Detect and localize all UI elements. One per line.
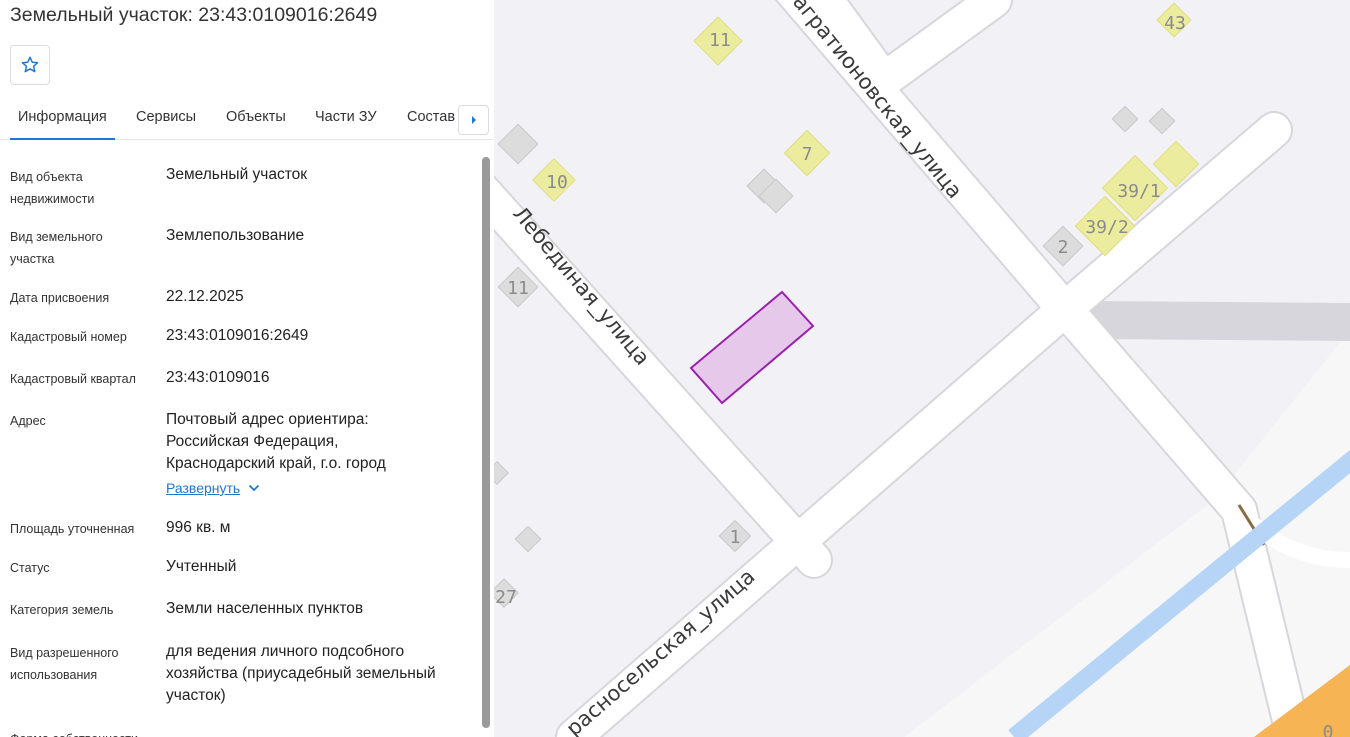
house-number-label: 39/2 — [1085, 217, 1128, 238]
house-number-label: 0 — [1323, 722, 1334, 737]
field-value-assignment-date: 22.12.2025 — [166, 288, 244, 305]
tab-objects[interactable]: Объекты — [226, 97, 286, 140]
house-number-label: 2 — [1058, 237, 1069, 258]
map-canvas[interactable]: 11 43 7 10 39/1 39/2 2 11 1 27 0 Лебедин… — [494, 0, 1350, 737]
map-view[interactable]: 11 43 7 10 39/1 39/2 2 11 1 27 0 Лебедин… — [494, 0, 1350, 737]
tab-bar: Информация Сервисы Объекты Части ЗУ Сост… — [0, 97, 494, 140]
house-number-label: 27 — [495, 587, 517, 608]
field-value-cadastral-block: 23:43:0109016 — [166, 369, 270, 386]
tab-parcel-parts[interactable]: Части ЗУ — [315, 97, 377, 140]
street-label-krasnoselskaya: расносельская_улица — [562, 564, 761, 737]
address-expand-label: Развернуть — [166, 480, 241, 496]
house-number-label: 7 — [802, 144, 813, 165]
field-value-permitted-use: для ведения личного подсобного хозяйства… — [166, 643, 436, 704]
field-label-assignment-date: Дата присвоения — [10, 291, 110, 305]
field-value-status: Учтенный — [166, 558, 237, 575]
field-label-area: Площадь уточненная — [10, 522, 135, 536]
field-value-object-type: Земельный участок — [166, 166, 308, 183]
tab-information[interactable]: Информация — [10, 97, 115, 140]
house-number-label: 11 — [709, 30, 731, 51]
field-label-land-type: Вид земельного участка — [10, 230, 103, 266]
field-label-cadastral-block: Кадастровый квартал — [10, 372, 136, 386]
field-label-status: Статус — [10, 561, 50, 575]
tab-composition[interactable]: Состав — [407, 97, 455, 140]
house-number-label: 43 — [1164, 13, 1186, 34]
tab-services[interactable]: Сервисы — [136, 97, 196, 140]
address-expand-link[interactable]: Развернуть — [166, 480, 260, 496]
field-label-object-type: Вид объекта недвижимости — [10, 170, 95, 206]
field-label-land-category: Категория земель — [10, 603, 114, 617]
field-value-land-type: Землепользование — [166, 227, 305, 244]
field-label-ownership: Форма собственности — [10, 728, 150, 737]
tabs-scroll-right-button[interactable] — [458, 105, 489, 135]
panel-scrollbar[interactable] — [482, 157, 490, 728]
caret-right-icon — [471, 116, 476, 124]
field-label-address: Адрес — [10, 414, 46, 428]
map-selected-parcel[interactable] — [689, 290, 815, 405]
chevron-down-icon — [249, 484, 260, 492]
page-title: Земельный участок: 23:43:0109016:2649 — [10, 4, 378, 26]
field-value-land-category: Земли населенных пунктов — [166, 600, 364, 617]
field-value-area: 996 кв. м — [166, 519, 231, 536]
favorite-button[interactable] — [10, 45, 50, 85]
house-number-label: 1 — [730, 527, 741, 548]
house-number-label: 11 — [507, 278, 529, 299]
field-label-permitted-use: Вид разрешенного использования — [10, 646, 119, 682]
field-label-cadastral-number: Кадастровый номер — [10, 330, 127, 344]
star-outline-icon — [21, 56, 39, 73]
field-value-cadastral-number: 23:43:0109016:2649 — [166, 327, 309, 344]
info-panel: Земельный участок: 23:43:0109016:2649 Ин… — [0, 0, 494, 737]
house-number-label: 39/1 — [1117, 181, 1160, 202]
panel-scrollbar-thumb[interactable] — [482, 157, 490, 728]
house-number-label: 10 — [546, 172, 568, 193]
property-details: Вид объекта недвижимости Земельный участ… — [0, 140, 480, 737]
field-value-address: Почтовый адрес ориентира: Российская Фед… — [166, 411, 386, 472]
